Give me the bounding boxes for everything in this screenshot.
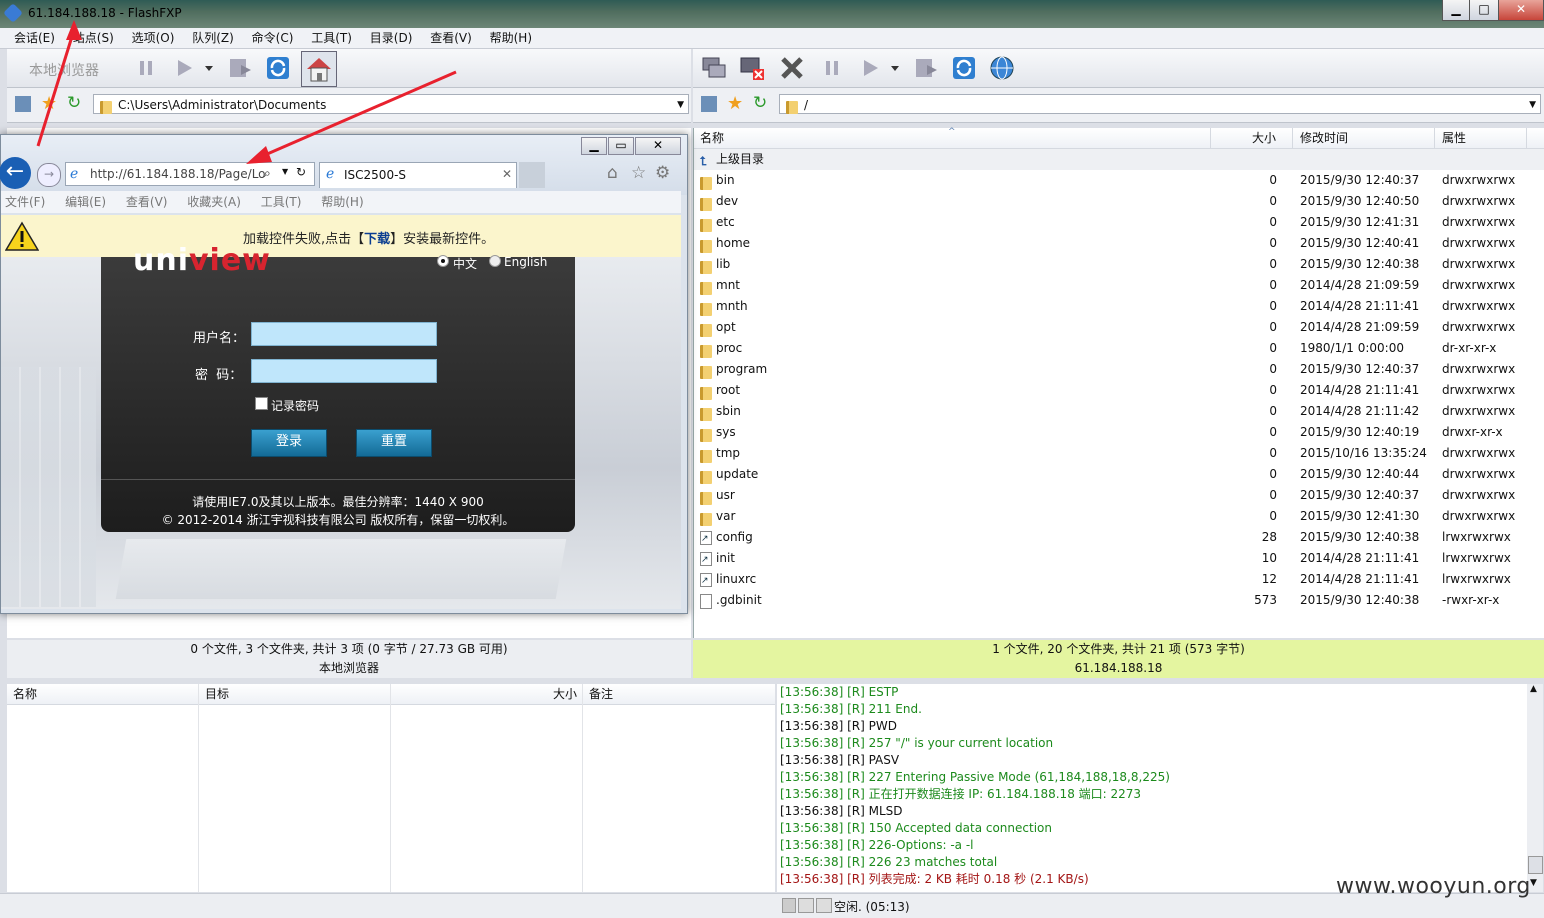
arrow-to-url	[257, 70, 457, 160]
annotation-arrows	[36, 20, 457, 164]
arrowhead-title	[66, 20, 82, 40]
arrow-to-title	[36, 29, 76, 147]
arrowhead-url	[246, 146, 272, 164]
